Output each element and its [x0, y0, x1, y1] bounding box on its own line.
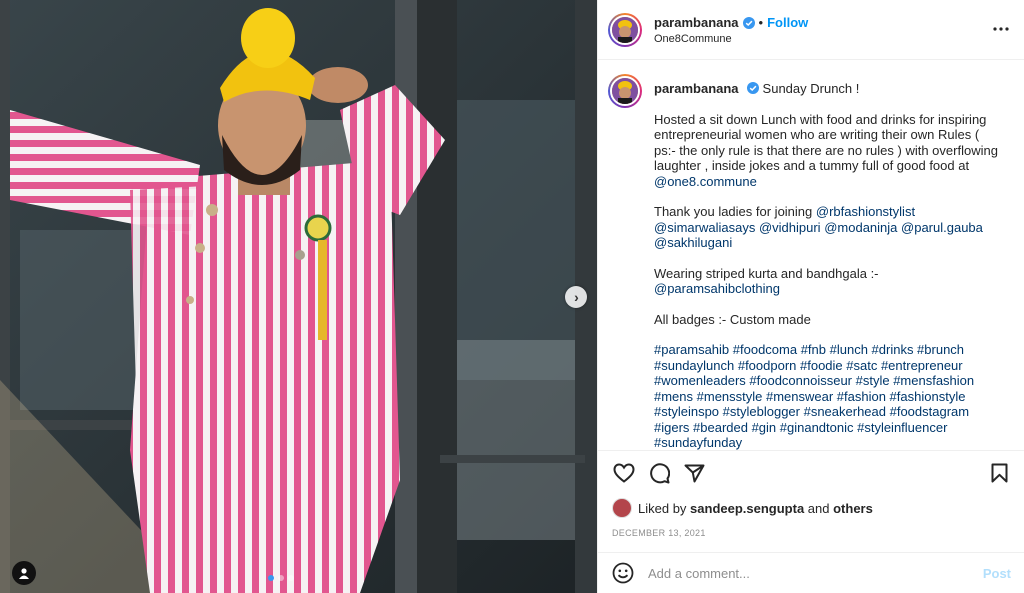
author-username[interactable]: parambanana	[654, 15, 739, 31]
caption-link[interactable]: @vidhipuri	[759, 220, 821, 235]
author-avatar[interactable]	[608, 12, 642, 47]
verified-badge-icon	[746, 82, 759, 94]
comment-input[interactable]	[648, 565, 983, 581]
caption-paragraph: Hosted a sit down Lunch with food and dr…	[654, 112, 1004, 190]
carousel-dot	[278, 575, 284, 581]
verified-badge-icon	[742, 16, 755, 29]
post-comment-button[interactable]: Post	[983, 566, 1011, 581]
follow-button[interactable]: Follow	[767, 15, 808, 31]
post-location[interactable]: One8Commune	[654, 33, 808, 45]
caption: parambanana Sunday Drunch ! Hosted a sit …	[608, 74, 1008, 450]
tagged-users-button[interactable]	[12, 561, 36, 585]
likes-prefix: Liked by	[638, 500, 687, 516]
caption-link[interactable]: #paramsahib #foodcoma #fnb #lunch #drink…	[654, 342, 974, 450]
emoji-icon[interactable]	[612, 562, 634, 584]
likes-middle: and	[804, 500, 834, 516]
caption-link[interactable]: @rbfashionstylist	[816, 204, 915, 219]
caption-body: parambanana Sunday Drunch ! Hosted a sit …	[654, 74, 1004, 450]
caption-link[interactable]: @one8.commune	[654, 174, 757, 189]
avatar-image	[610, 14, 640, 45]
caption-text-segment: Hosted a sit down Lunch with food and dr…	[654, 111, 998, 174]
caption-text-segment: Thank you ladies for joining	[654, 204, 816, 219]
caption-link[interactable]: @parul.gauba	[901, 220, 983, 235]
caption-text-segment: All badges :- Custom made	[654, 311, 811, 327]
liker-username[interactable]: sandeep.sengupta	[690, 501, 804, 516]
caption-link[interactable]: @sakhilugani	[654, 235, 732, 250]
post-date[interactable]: DECEMBER 13, 2021	[612, 528, 1011, 538]
heart-icon[interactable]	[612, 461, 636, 485]
chevron-right-icon: ›	[574, 289, 579, 305]
carousel-indicator	[268, 575, 294, 581]
caption-paragraph: All badges :- Custom made	[654, 312, 1004, 328]
user-tag-icon	[19, 568, 29, 579]
caption-paragraph: #paramsahib #foodcoma #fnb #lunch #drink…	[654, 342, 1004, 450]
post-side-panel: parambanana • Follow One8Commune paramba…	[597, 0, 1024, 593]
caption-username[interactable]: parambanana	[654, 81, 739, 96]
carousel-dot	[288, 575, 294, 581]
carousel-next-button[interactable]: ›	[565, 286, 587, 308]
caption-paragraph: Wearing striped kurta and bandhgala :- @…	[654, 266, 1004, 297]
header-separator: •	[758, 14, 764, 30]
post-photo[interactable]: ›	[0, 0, 597, 593]
caption-link[interactable]: @simarwaliasays	[654, 220, 755, 235]
post-header: parambanana • Follow One8Commune	[598, 0, 1024, 60]
caption-link[interactable]: @paramsahibclothing	[654, 281, 780, 296]
bookmark-icon[interactable]	[987, 461, 1011, 485]
caption-avatar[interactable]	[608, 74, 642, 108]
comment-icon[interactable]	[647, 461, 671, 485]
likes-summary: Liked by sandeep.sengupta and others	[612, 498, 1011, 518]
liker-avatar[interactable]	[612, 498, 632, 518]
more-options-icon[interactable]	[992, 20, 1010, 38]
caption-title: Sunday Drunch !	[762, 81, 860, 96]
likes-others-link[interactable]: others	[833, 501, 873, 516]
post-photo-illustration	[0, 0, 597, 593]
caption-link[interactable]: @modaninja	[824, 220, 897, 235]
caption-text-segment: Wearing striped kurta and bandhgala :-	[654, 265, 879, 281]
share-icon[interactable]	[682, 461, 706, 485]
carousel-dot	[268, 575, 274, 581]
action-bar: Liked by sandeep.sengupta and others DEC…	[598, 450, 1024, 538]
add-comment-bar: Post	[598, 552, 1024, 593]
comments-section: parambanana Sunday Drunch ! Hosted a sit …	[598, 60, 1024, 450]
caption-paragraph: Thank you ladies for joining @rbfashions…	[654, 204, 1004, 251]
caption-text: Hosted a sit down Lunch with food and dr…	[654, 112, 1004, 451]
